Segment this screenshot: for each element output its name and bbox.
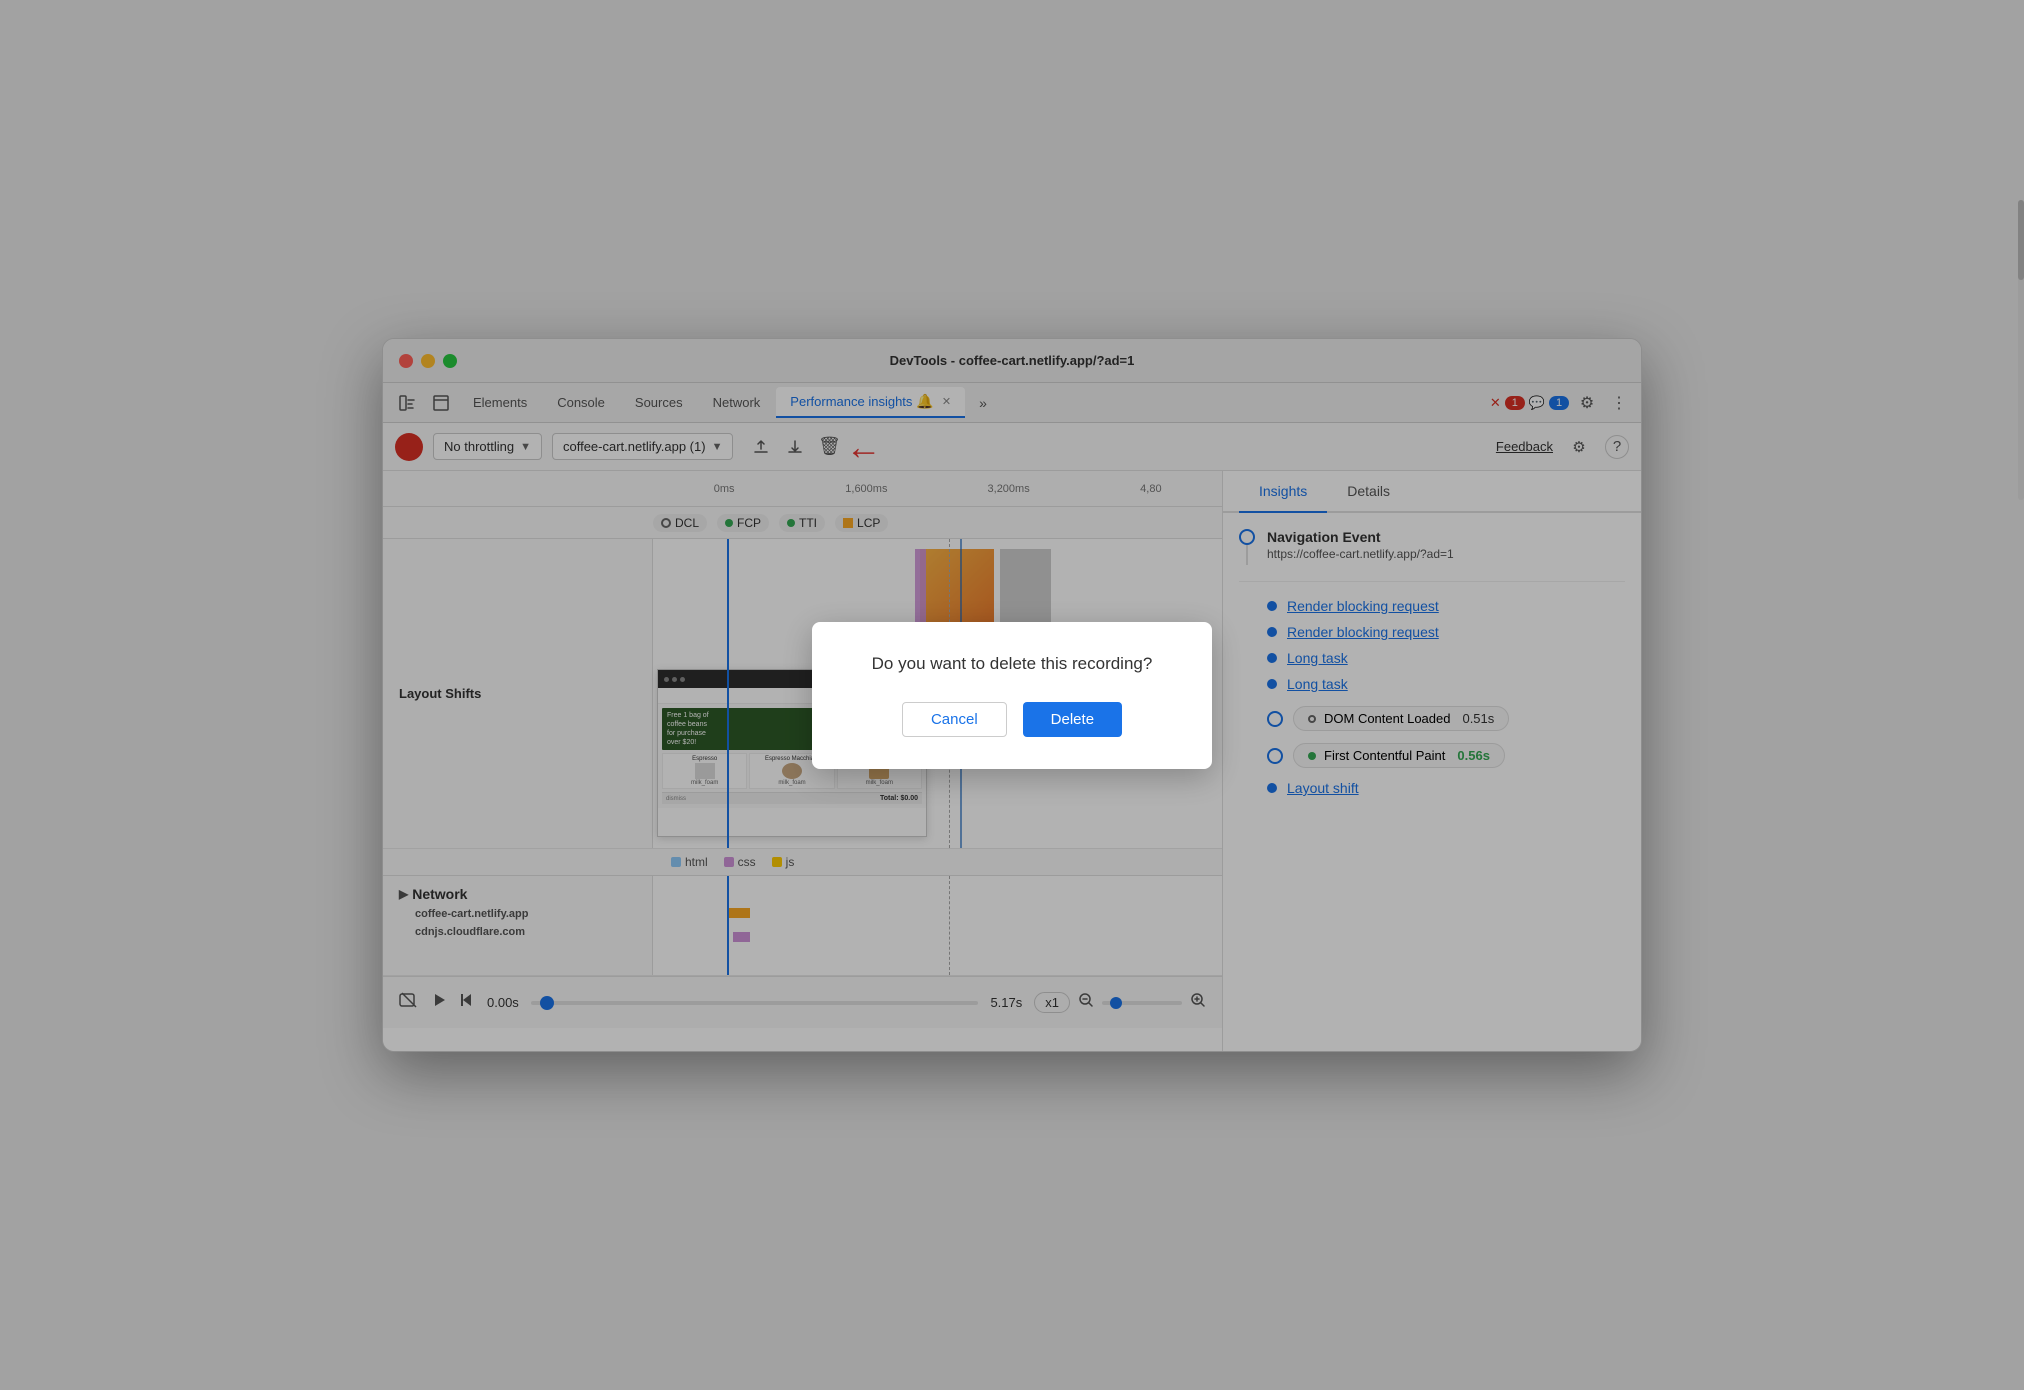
dialog-overlay: Do you want to delete this recording? Ca… bbox=[0, 0, 2024, 1390]
delete-button[interactable]: Delete bbox=[1023, 702, 1122, 737]
delete-dialog: Do you want to delete this recording? Ca… bbox=[812, 622, 1212, 769]
dialog-buttons: Cancel Delete bbox=[852, 702, 1172, 737]
dialog-message: Do you want to delete this recording? bbox=[852, 654, 1172, 674]
cancel-button[interactable]: Cancel bbox=[902, 702, 1007, 737]
